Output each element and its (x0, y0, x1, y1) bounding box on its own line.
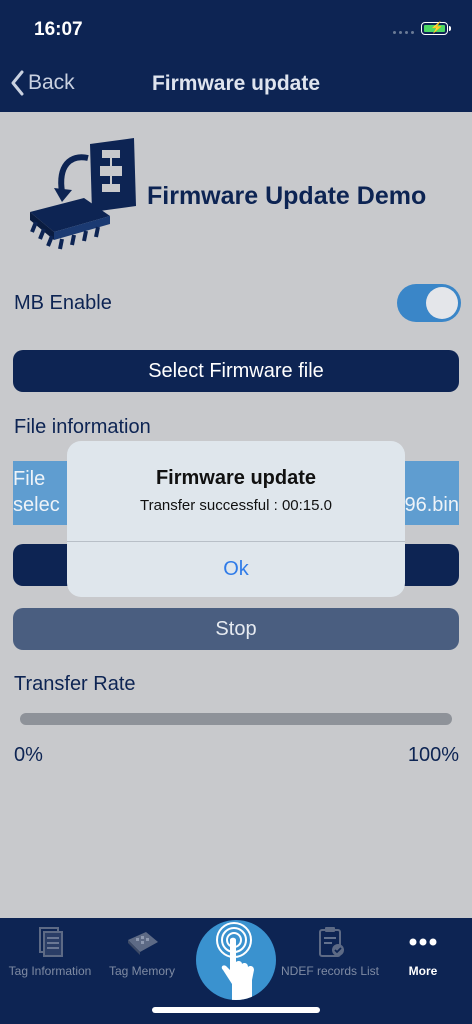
status-time: 16:07 (34, 19, 83, 40)
mb-enable-label: MB Enable (14, 292, 112, 314)
file-info-line2: selec (13, 494, 60, 516)
tab-tag-memory[interactable]: Tag Memory (92, 924, 192, 978)
nfc-touch-button[interactable] (196, 920, 276, 1000)
navigation-bar: Back Firmware update (0, 56, 472, 112)
tab-tag-information[interactable]: Tag Information (0, 924, 100, 978)
transfer-rate-label: Transfer Rate (14, 673, 136, 695)
firmware-chip-logo-icon (30, 138, 136, 250)
transfer-progress-bar (20, 713, 452, 725)
alert-dialog: Firmware update Transfer successful : 00… (67, 441, 405, 597)
dialog-ok-button[interactable]: Ok (67, 542, 405, 597)
demo-title: Firmware Update Demo (147, 182, 427, 210)
status-bar: 16:07 ⚡ (0, 0, 472, 56)
mb-enable-toggle[interactable] (397, 284, 461, 322)
tag-information-icon (39, 927, 63, 957)
file-information-label: File information (14, 416, 151, 438)
toggle-knob (426, 287, 458, 319)
file-info-line2-tail: 96.bin (404, 494, 460, 516)
page-title: Firmware update (151, 72, 321, 95)
stop-button[interactable]: Stop (13, 608, 459, 650)
nfc-touch-icon (216, 922, 254, 1000)
more-icon (409, 938, 437, 946)
tab-label: NDEF records List (280, 964, 380, 978)
tab-more[interactable]: More (373, 924, 472, 978)
tab-label: More (408, 964, 438, 978)
tab-label: Tag Information (8, 964, 92, 978)
tab-label: Tag Memory (108, 964, 176, 978)
progress-max-label: 100% (407, 744, 459, 766)
tab-ndef-records-list[interactable]: NDEF records List (280, 924, 380, 978)
tag-memory-icon (128, 932, 158, 955)
battery-icon: ⚡ (421, 22, 451, 35)
signal-icon (393, 31, 415, 35)
progress-min-label: 0% (14, 744, 43, 766)
ndef-records-icon (319, 927, 344, 957)
dialog-title: Firmware update (155, 467, 317, 489)
select-firmware-button[interactable]: Select Firmware file (13, 350, 459, 392)
home-indicator[interactable] (152, 1007, 320, 1013)
file-info-line1: File (13, 468, 46, 490)
dialog-message: Transfer successful : 00:15.0 (139, 497, 333, 514)
